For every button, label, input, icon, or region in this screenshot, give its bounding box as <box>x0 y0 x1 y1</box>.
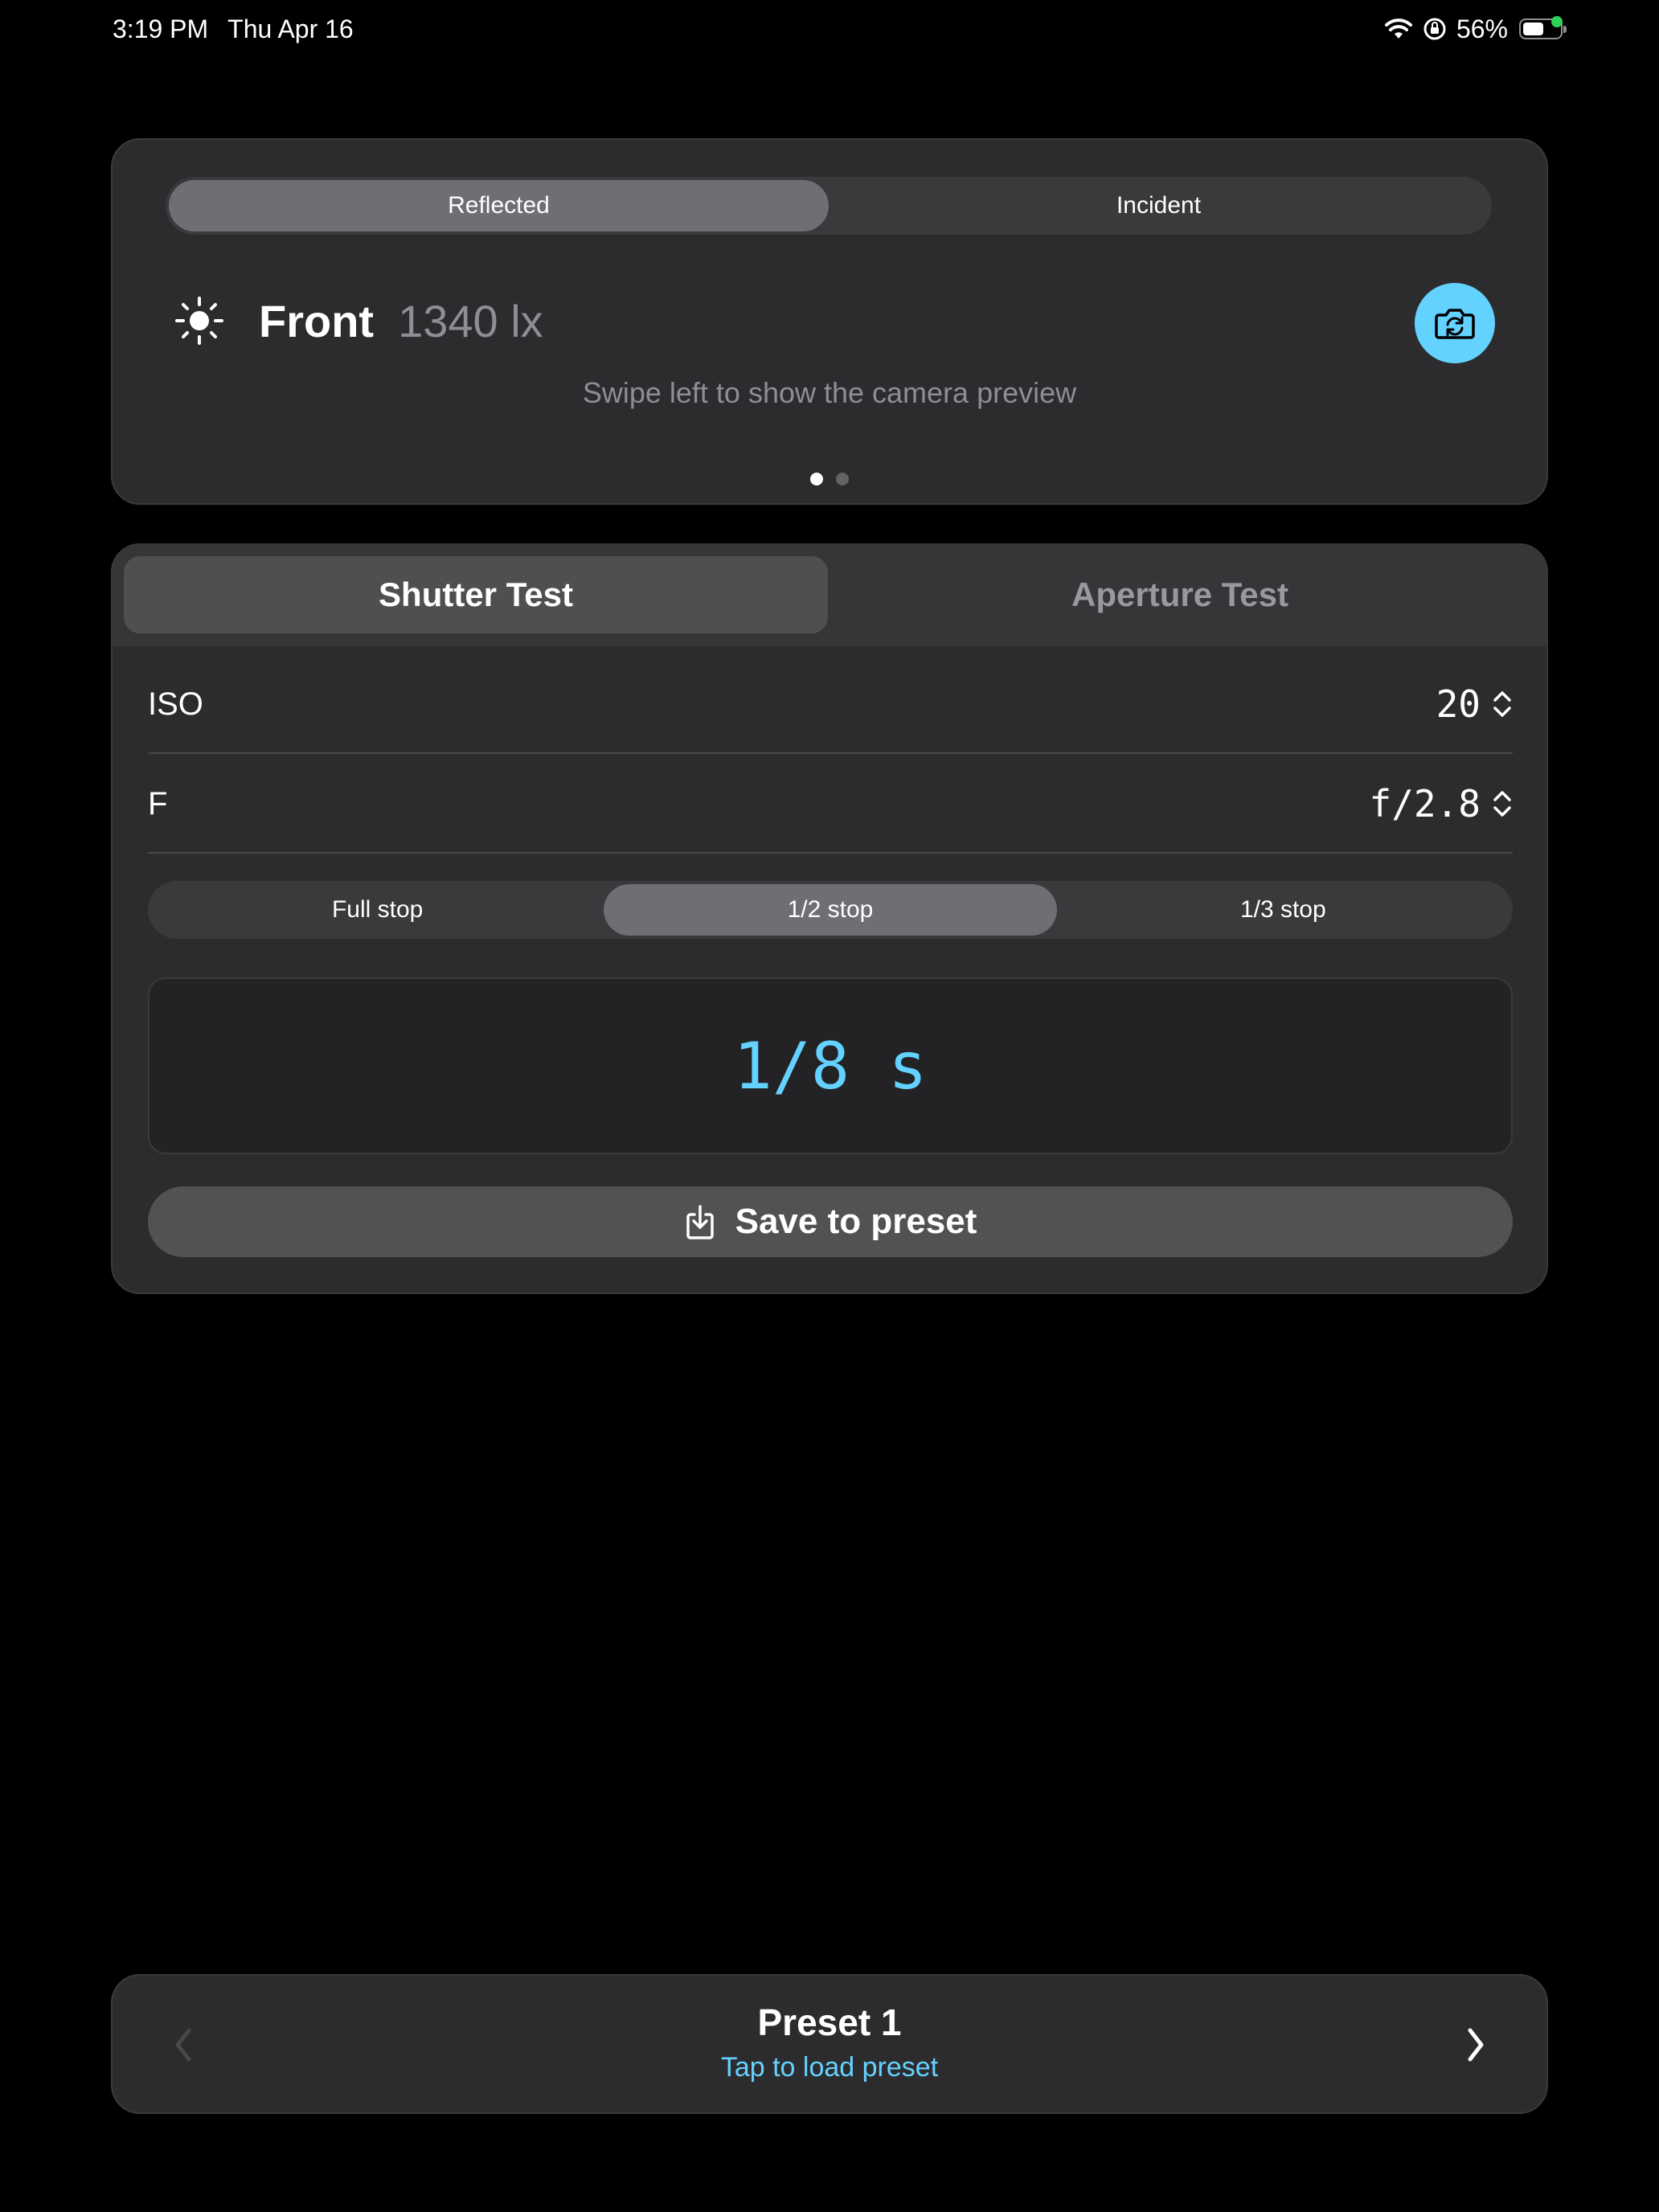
camera-switch-button[interactable] <box>1415 283 1495 363</box>
battery-percent: 56% <box>1456 14 1508 43</box>
light-meter-card: Reflected Incident Front 1340 lx Swipe l… <box>111 138 1548 505</box>
iso-row[interactable]: ISO 20 <box>148 656 1513 754</box>
chevron-right-icon <box>1468 2028 1484 2062</box>
stop-third[interactable]: 1/3 stop <box>1057 884 1509 936</box>
metering-mode-control: Reflected Incident <box>166 177 1492 235</box>
aperture-row[interactable]: F f/2.8 <box>148 756 1513 854</box>
preset-card[interactable]: Preset 1 Tap to load preset <box>111 1974 1548 2114</box>
mode-incident[interactable]: Incident <box>829 180 1489 231</box>
save-to-icon <box>684 1203 716 1240</box>
iso-value: 20 <box>1436 682 1481 726</box>
test-card: Shutter Test Aperture Test ISO 20 F f/2.… <box>111 543 1548 1294</box>
tab-aperture-test[interactable]: Aperture Test <box>828 556 1532 633</box>
next-preset-button[interactable] <box>1452 2021 1500 2069</box>
chevron-left-icon <box>175 2028 191 2062</box>
tab-shutter-test[interactable]: Shutter Test <box>124 556 828 633</box>
chevron-up-down-icon <box>1493 691 1511 717</box>
chevron-up-down-icon <box>1493 791 1511 817</box>
sun-icon <box>174 295 225 346</box>
swipe-hint: Swipe left to show the camera preview <box>582 376 1077 409</box>
result-display: 1/8 s <box>148 977 1513 1154</box>
light-source-label: Front <box>259 295 375 346</box>
aperture-picker[interactable]: f/2.8 <box>1370 782 1513 825</box>
status-bar-left: 3:19 PM Thu Apr 16 <box>113 11 354 47</box>
iso-label: ISO <box>148 686 203 722</box>
page-dot-2 <box>836 473 849 485</box>
status-date: Thu Apr 16 <box>227 14 354 43</box>
wifi-icon <box>1384 18 1413 40</box>
status-bar-right: 56% <box>1384 11 1567 47</box>
previous-preset-button[interactable] <box>159 2021 207 2069</box>
light-reading: Front 1340 lx <box>174 293 543 349</box>
save-to-preset-button[interactable]: Save to preset <box>148 1186 1513 1257</box>
iso-picker[interactable]: 20 <box>1436 682 1513 726</box>
page-indicator[interactable] <box>113 473 1546 485</box>
preset-name: Preset 1 <box>757 2001 902 2043</box>
aperture-value: f/2.8 <box>1369 782 1481 825</box>
status-time: 3:19 PM <box>113 14 209 43</box>
camera-switch-icon <box>1435 309 1475 339</box>
save-button-label: Save to preset <box>735 1202 977 1241</box>
preset-info[interactable]: Preset 1 Tap to load preset <box>273 1998 1386 2088</box>
test-tabs: Shutter Test Aperture Test <box>113 545 1546 646</box>
privacy-indicator-dot <box>1551 16 1563 27</box>
preset-hint: Tap to load preset <box>720 2052 939 2083</box>
stop-half[interactable]: 1/2 stop <box>604 884 1057 936</box>
page-dot-1 <box>810 473 823 485</box>
shutter-result: 1/8 s <box>733 1028 928 1104</box>
mode-reflected[interactable]: Reflected <box>169 180 829 231</box>
aperture-label: F <box>148 785 168 821</box>
lux-value: 1340 lx <box>398 295 543 346</box>
stop-full[interactable]: Full stop <box>151 884 604 936</box>
stop-increment-control: Full stop 1/2 stop 1/3 stop <box>148 881 1513 939</box>
orientation-lock-icon <box>1423 17 1447 41</box>
